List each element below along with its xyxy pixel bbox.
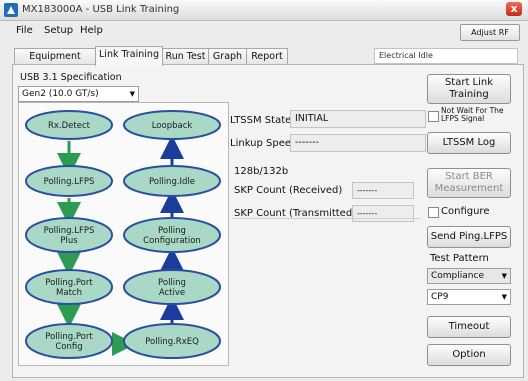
state-node-left-3-label: Polling.Port — [45, 278, 93, 288]
state-node-right-3-label: Active — [159, 288, 185, 298]
tab-link-training[interactable]: Link Training — [95, 46, 163, 66]
encoding-label: 128b/132b — [234, 166, 289, 177]
configure-checkbox[interactable] — [428, 207, 439, 218]
timeout-button[interactable]: Timeout — [427, 316, 511, 338]
state-node-right-2: PollingConfiguration — [123, 217, 221, 253]
tab-report[interactable]: Report — [246, 48, 288, 65]
start-link-training-button[interactable]: Start Link Training — [427, 74, 511, 104]
menu-file[interactable]: File — [16, 25, 33, 36]
tab-graph[interactable]: Graph — [208, 48, 247, 65]
state-node-left-3: Polling.PortMatch — [25, 269, 113, 305]
compliance-pattern-select[interactable]: CP9 ▼ — [427, 289, 511, 305]
test-pattern-select[interactable]: Compliance ▼ — [427, 268, 511, 284]
menu-bar: File Setup Help — [0, 22, 528, 40]
linkup-speed-field: ------- — [290, 134, 426, 152]
tab-run-test[interactable]: Run Test — [162, 48, 209, 65]
test-pattern-select-value: Compliance — [431, 271, 484, 281]
state-node-right-3-label: Polling — [158, 278, 186, 288]
skp-transmitted-field: ------- — [352, 205, 414, 222]
send-ping-lfps-button[interactable]: Send Ping.LFPS — [427, 226, 511, 248]
ltssm-state-label: LTSSM State — [230, 115, 292, 126]
state-node-right-3: PollingActive — [123, 269, 221, 305]
ltssm-log-button[interactable]: LTSSM Log — [427, 132, 511, 154]
state-node-left-4: Polling.PortConfig — [25, 323, 113, 359]
ltssm-state-diagram: Rx.DetectPolling.LFPSPolling.LFPSPlusPol… — [25, 110, 221, 359]
state-node-right-1-label: Polling.Idle — [149, 177, 195, 187]
state-node-left-4-label: Config — [55, 342, 82, 352]
linkup-speed-label: Linkup Speed — [230, 138, 298, 149]
state-node-left-2-label: Polling.LFPS — [44, 226, 95, 236]
divider — [233, 218, 421, 219]
test-pattern-label: Test Pattern — [430, 253, 489, 264]
state-node-left-0: Rx.Detect — [25, 110, 113, 140]
state-node-left-1-label: Polling.LFPS — [44, 177, 95, 187]
ltssm-state-field: INITIAL — [290, 110, 426, 128]
state-node-left-1: Polling.LFPS — [25, 165, 113, 197]
app-logo-icon — [4, 3, 18, 17]
menu-setup[interactable]: Setup — [44, 25, 73, 36]
menu-help[interactable]: Help — [80, 25, 103, 36]
state-node-left-2: Polling.LFPSPlus — [25, 217, 113, 253]
start-ber-measurement-button[interactable]: Start BER Measurement — [427, 168, 511, 198]
chevron-down-icon: ▼ — [129, 90, 135, 98]
state-node-right-2-label: Polling — [158, 226, 186, 236]
state-node-right-2-label: Configuration — [143, 236, 201, 246]
ltssm-diagram: Rx.Detect Polling.LFPS Polling.LFPS Plus Pol… — [18, 102, 229, 366]
state-node-left-2-label: Plus — [60, 236, 78, 246]
state-node-right-1: Polling.Idle — [123, 165, 221, 197]
title-bar: MX183000A - USB Link Training x — [0, 0, 528, 21]
tab-equipment-setup[interactable]: Equipment Setup — [14, 48, 96, 78]
close-button[interactable]: x — [506, 2, 522, 16]
spec-select-value: Gen2 (10.0 GT/s) — [22, 89, 99, 99]
not-wait-lfps-checkbox[interactable] — [428, 111, 439, 122]
state-node-right-4-label: Polling.RxEQ — [145, 337, 199, 347]
app-window: MX183000A - USB Link Training x File Set… — [0, 0, 528, 381]
state-node-left-3-label: Match — [56, 288, 82, 298]
skp-received-label: SKP Count (Received) — [234, 185, 343, 196]
state-node-right-0: Loopback — [123, 110, 221, 140]
chevron-down-icon: ▼ — [501, 293, 507, 301]
option-button[interactable]: Option — [427, 344, 511, 366]
state-node-right-4: Polling.RxEQ — [123, 323, 221, 359]
state-node-left-0-label: Rx.Detect — [48, 121, 91, 131]
state-node-left-4-label: Polling.Port — [45, 332, 93, 342]
not-wait-lfps-label: Not Wait For The LFPS Signal — [441, 106, 504, 123]
status-field: Electrical Idle — [374, 48, 518, 64]
skp-received-field: ------- — [352, 182, 414, 199]
spec-select[interactable]: Gen2 (10.0 GT/s) ▼ — [18, 86, 139, 102]
state-node-right-0-label: Loopback — [152, 121, 193, 131]
adjust-rf-button[interactable]: Adjust RF — [460, 24, 520, 41]
configure-label: Configure — [441, 206, 490, 217]
spec-label: USB 3.1 Specification — [20, 72, 122, 83]
window-title: MX183000A - USB Link Training — [22, 4, 180, 15]
compliance-pattern-value: CP9 — [431, 292, 449, 302]
chevron-down-icon: ▼ — [501, 272, 507, 280]
